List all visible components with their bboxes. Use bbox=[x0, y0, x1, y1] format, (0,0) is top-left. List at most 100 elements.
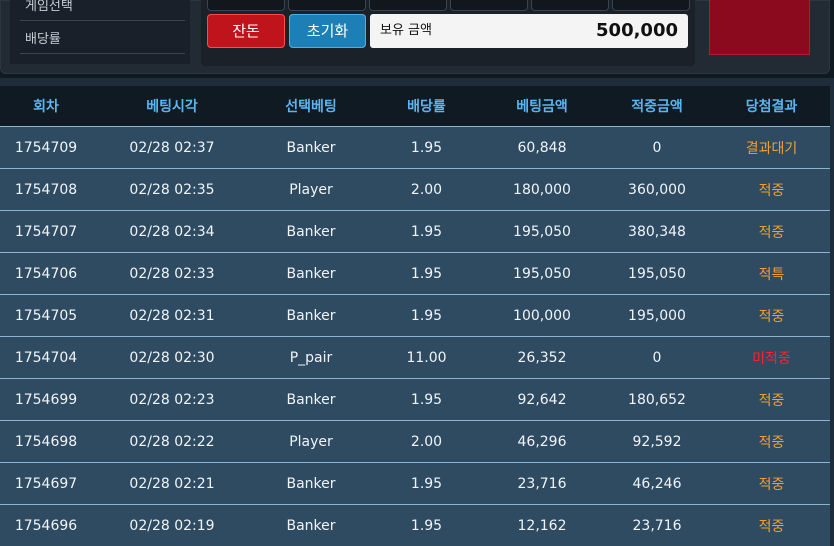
cell-odds: 1.95 bbox=[370, 211, 483, 253]
chip-button-6[interactable] bbox=[612, 0, 690, 11]
cell-selection: Banker bbox=[252, 379, 370, 421]
cell-result: 적특 bbox=[713, 253, 830, 295]
table-header-row: 회차 베팅시각 선택베팅 배당률 베팅금액 적중금액 당첨결과 bbox=[0, 86, 830, 127]
cell-selection: P_pair bbox=[252, 337, 370, 379]
cell-odds: 2.00 bbox=[370, 421, 483, 463]
table-row: 1754707 02/28 02:34 Banker 1.95 195,050 … bbox=[0, 211, 830, 253]
rest-button[interactable]: 잔돈 bbox=[207, 14, 285, 48]
bet-history-table: 회차 베팅시각 선택베팅 배당률 베팅금액 적중금액 당첨결과 1754709 … bbox=[0, 86, 830, 522]
cell-odds: 1.95 bbox=[370, 295, 483, 337]
cell-result: 적중 bbox=[713, 211, 830, 253]
header-round: 회차 bbox=[0, 86, 92, 127]
cell-result: 미적중 bbox=[713, 337, 830, 379]
header-win-amount: 적중금액 bbox=[601, 86, 713, 127]
cell-round: 1754706 bbox=[0, 253, 92, 295]
table-row: 1754708 02/28 02:35 Player 2.00 180,000 … bbox=[0, 169, 830, 211]
cell-round: 1754696 bbox=[0, 505, 92, 546]
cell-win-amount: 0 bbox=[601, 337, 713, 379]
cell-round: 1754698 bbox=[0, 421, 92, 463]
cell-bet-amount: 12,162 bbox=[483, 505, 601, 546]
cell-odds: 1.95 bbox=[370, 253, 483, 295]
top-area: 게임선택 배당률 잔돈 초기화 보유 금액 500,000 bbox=[0, 0, 834, 78]
table-row: 1754709 02/28 02:37 Banker 1.95 60,848 0… bbox=[0, 127, 830, 169]
cell-selection: Banker bbox=[252, 463, 370, 505]
cell-result: 적중 bbox=[713, 379, 830, 421]
cell-bet-amount: 195,050 bbox=[483, 211, 601, 253]
table-row: 1754706 02/28 02:33 Banker 1.95 195,050 … bbox=[0, 253, 830, 295]
cell-round: 1754699 bbox=[0, 379, 92, 421]
cell-odds: 1.95 bbox=[370, 463, 483, 505]
cell-result: 적중 bbox=[713, 505, 830, 546]
table-row: 1754699 02/28 02:23 Banker 1.95 92,642 1… bbox=[0, 379, 830, 421]
chip-button-5[interactable] bbox=[531, 0, 609, 11]
cell-win-amount: 380,348 bbox=[601, 211, 713, 253]
place-bet-button[interactable] bbox=[709, 0, 810, 55]
cell-odds: 1.95 bbox=[370, 127, 483, 169]
cell-round: 1754707 bbox=[0, 211, 92, 253]
control-panel: 게임선택 배당률 잔돈 초기화 보유 금액 500,000 bbox=[0, 0, 830, 74]
cell-selection: Banker bbox=[252, 127, 370, 169]
cell-bet-amount: 100,000 bbox=[483, 295, 601, 337]
cell-odds: 2.00 bbox=[370, 169, 483, 211]
cell-bet-amount: 195,050 bbox=[483, 253, 601, 295]
cell-win-amount: 195,050 bbox=[601, 253, 713, 295]
balance-label: 보유 금액 bbox=[380, 14, 432, 48]
cell-bet-time: 02/28 02:30 bbox=[92, 337, 252, 379]
header-bet-amount: 베팅금액 bbox=[483, 86, 601, 127]
balance-value: 500,000 bbox=[596, 14, 678, 48]
chip-button-4[interactable] bbox=[450, 0, 528, 11]
chip-button-2[interactable] bbox=[288, 0, 366, 11]
cell-bet-amount: 23,716 bbox=[483, 463, 601, 505]
menu-item-game-select[interactable]: 게임선택 bbox=[20, 0, 185, 21]
cell-selection: Banker bbox=[252, 211, 370, 253]
cell-bet-time: 02/28 02:37 bbox=[92, 127, 252, 169]
table-row: 1754704 02/28 02:30 P_pair 11.00 26,352 … bbox=[0, 337, 830, 379]
cell-round: 1754708 bbox=[0, 169, 92, 211]
cell-bet-amount: 26,352 bbox=[483, 337, 601, 379]
cell-result: 결과대기 bbox=[713, 127, 830, 169]
menu-item-odds[interactable]: 배당률 bbox=[20, 27, 185, 54]
cell-round: 1754709 bbox=[0, 127, 92, 169]
cell-bet-time: 02/28 02:21 bbox=[92, 463, 252, 505]
table-row: 1754696 02/28 02:19 Banker 1.95 12,162 2… bbox=[0, 505, 830, 546]
cell-result: 적중 bbox=[713, 169, 830, 211]
cell-win-amount: 46,246 bbox=[601, 463, 713, 505]
cell-round: 1754704 bbox=[0, 337, 92, 379]
cell-bet-time: 02/28 02:33 bbox=[92, 253, 252, 295]
cell-odds: 11.00 bbox=[370, 337, 483, 379]
cell-selection: Player bbox=[252, 421, 370, 463]
cell-odds: 1.95 bbox=[370, 505, 483, 546]
header-odds: 배당률 bbox=[370, 86, 483, 127]
cell-selection: Banker bbox=[252, 505, 370, 546]
cell-result: 적중 bbox=[713, 295, 830, 337]
balance-display: 보유 금액 500,000 bbox=[370, 14, 688, 48]
cell-win-amount: 92,592 bbox=[601, 421, 713, 463]
cell-selection: Banker bbox=[252, 253, 370, 295]
cell-bet-time: 02/28 02:22 bbox=[92, 421, 252, 463]
cell-selection: Player bbox=[252, 169, 370, 211]
cell-round: 1754705 bbox=[0, 295, 92, 337]
cell-selection: Banker bbox=[252, 295, 370, 337]
cell-win-amount: 360,000 bbox=[601, 169, 713, 211]
table-row: 1754697 02/28 02:21 Banker 1.95 23,716 4… bbox=[0, 463, 830, 505]
game-menu: 게임선택 배당률 bbox=[10, 0, 190, 64]
chip-button-3[interactable] bbox=[369, 0, 447, 11]
cell-odds: 1.95 bbox=[370, 379, 483, 421]
header-result: 당첨결과 bbox=[713, 86, 830, 127]
cell-bet-time: 02/28 02:19 bbox=[92, 505, 252, 546]
cell-bet-time: 02/28 02:34 bbox=[92, 211, 252, 253]
cell-result: 적중 bbox=[713, 463, 830, 505]
cell-bet-time: 02/28 02:23 bbox=[92, 379, 252, 421]
chip-button-1[interactable] bbox=[207, 0, 285, 11]
table-row: 1754698 02/28 02:22 Player 2.00 46,296 9… bbox=[0, 421, 830, 463]
cell-win-amount: 180,652 bbox=[601, 379, 713, 421]
cell-bet-time: 02/28 02:31 bbox=[92, 295, 252, 337]
cell-result: 적중 bbox=[713, 421, 830, 463]
cell-bet-amount: 46,296 bbox=[483, 421, 601, 463]
reset-button[interactable]: 초기화 bbox=[289, 14, 366, 48]
cell-win-amount: 195,000 bbox=[601, 295, 713, 337]
header-bet-time: 베팅시각 bbox=[92, 86, 252, 127]
cell-bet-time: 02/28 02:35 bbox=[92, 169, 252, 211]
cell-bet-amount: 92,642 bbox=[483, 379, 601, 421]
table-row: 1754705 02/28 02:31 Banker 1.95 100,000 … bbox=[0, 295, 830, 337]
